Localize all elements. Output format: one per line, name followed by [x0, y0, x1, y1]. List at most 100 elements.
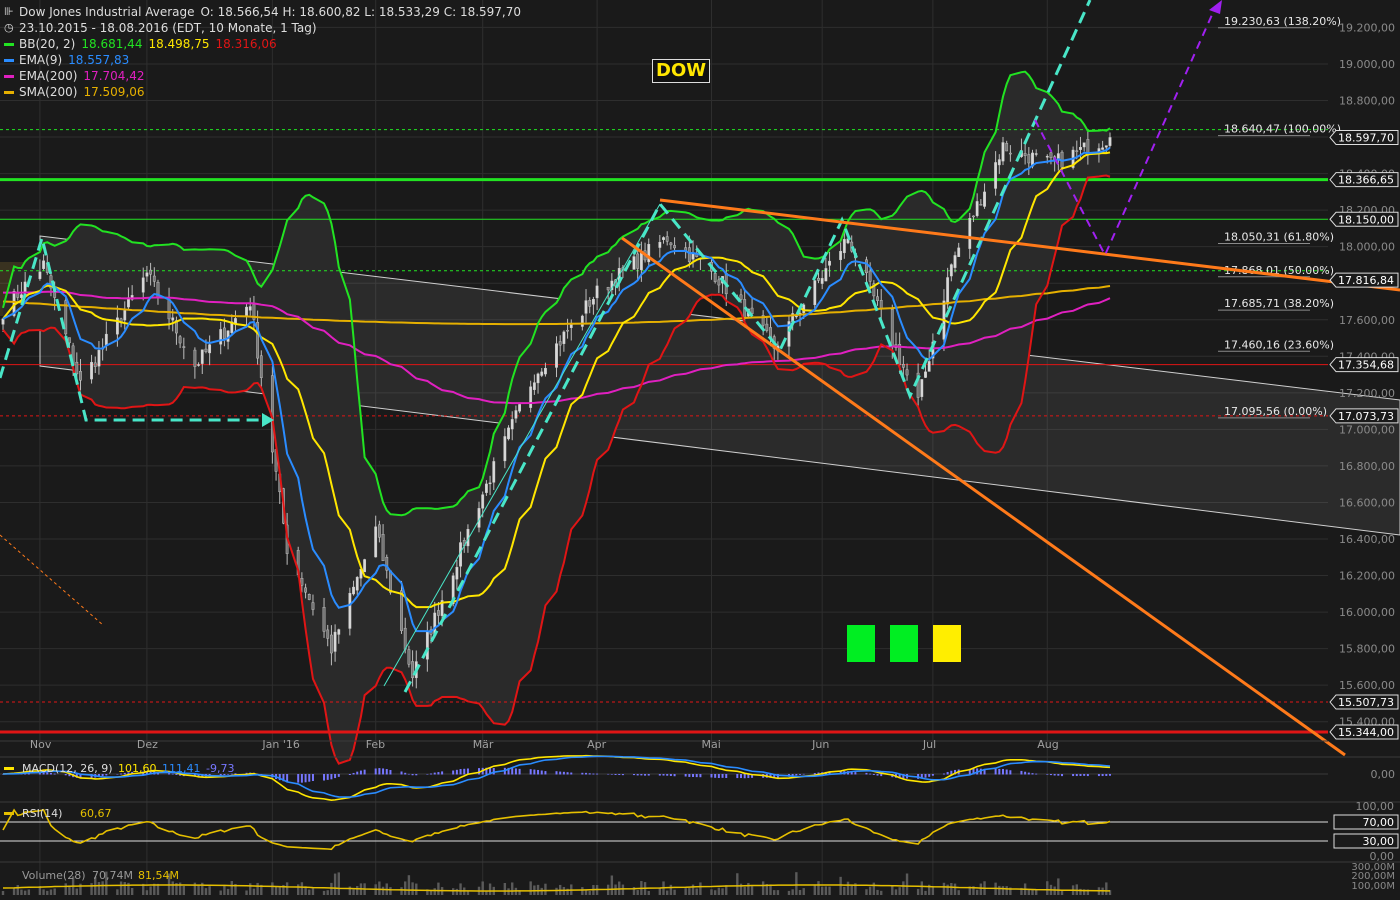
candle-body	[326, 629, 330, 639]
x-tick-label: Apr	[587, 738, 607, 751]
volume-bar	[245, 890, 248, 895]
candle-body	[20, 294, 23, 298]
dow-annotation[interactable]: DOW	[652, 59, 711, 83]
candle-body	[403, 627, 407, 650]
price-label: 17.354,68	[1338, 359, 1394, 372]
candle-body	[983, 191, 986, 207]
macd-histogram-bar	[736, 774, 739, 779]
volume-bar	[75, 888, 78, 895]
macd-histogram-bar	[596, 773, 599, 775]
candle-body	[558, 341, 562, 346]
candle-body	[304, 587, 307, 593]
signal-square-green	[847, 625, 875, 662]
legend-indicator-row[interactable]: SMA(200) 17.509,06	[4, 84, 521, 100]
macd-histogram-bar	[382, 768, 385, 775]
macd-histogram-bar	[865, 772, 868, 775]
fib-label: 17.460,16 (23.60%)	[1224, 338, 1334, 351]
macd-histogram-bar	[924, 774, 927, 778]
chart-canvas[interactable]: 19.230,63 (138.20%)18.640,47 (100.00%)18…	[0, 0, 1400, 900]
volume-bar	[459, 883, 462, 895]
volume-bar	[647, 890, 650, 895]
candle-body	[167, 299, 171, 320]
candle-body	[171, 317, 175, 321]
legend-indicator-row[interactable]: BB(20, 2) 18.681,44 18.498,75 18.316,06	[4, 36, 521, 52]
macd-histogram-bar	[363, 769, 366, 775]
candle-body	[1082, 142, 1086, 148]
macd-histogram-bar	[544, 771, 547, 775]
volume-bar	[411, 882, 414, 895]
date-range: 23.10.2015 - 18.08.2016 (EDT, 10 Monate,…	[19, 21, 317, 35]
candle-body	[425, 631, 429, 660]
volume-bar	[49, 889, 53, 895]
candle-body	[828, 260, 831, 266]
macd-histogram-bar	[337, 774, 340, 777]
x-tick-label: Aug	[1037, 738, 1058, 751]
volume-bar	[1057, 878, 1060, 895]
volume-bar	[322, 890, 326, 895]
volume-bar	[828, 886, 831, 895]
macd-histogram-bar	[721, 774, 724, 778]
candle-body	[141, 277, 145, 293]
indicator-name: EMA(200)	[19, 69, 78, 83]
volume-bar	[846, 881, 850, 895]
volume-bar	[588, 890, 591, 895]
volume-bar	[817, 881, 820, 895]
candle-body	[842, 239, 846, 254]
volume-bar	[669, 884, 673, 895]
macd-histogram-bar	[352, 772, 355, 775]
volume-axis-label: 100,00M	[1351, 881, 1395, 892]
candle-body	[968, 218, 972, 249]
volume-bar	[101, 881, 104, 895]
macd-histogram-bar	[570, 772, 573, 775]
candle-body	[584, 300, 588, 314]
volume-bar	[230, 881, 233, 895]
candle-body	[377, 524, 381, 538]
candle-body	[606, 287, 610, 291]
volume-bar	[1, 890, 5, 895]
x-tick-label: Jun	[811, 738, 829, 751]
macd-value: -9,73	[206, 762, 234, 775]
candle-body	[876, 296, 879, 301]
volume-bar	[898, 887, 901, 895]
indicator-value: 17.509,06	[83, 85, 145, 99]
candle-body	[145, 272, 149, 277]
volume-bar	[256, 882, 259, 895]
x-tick-label: Feb	[366, 738, 385, 751]
legend-swatch	[4, 58, 14, 62]
macd-histogram-bar	[1005, 769, 1008, 775]
legend-indicator-row[interactable]: EMA(9) 18.557,83	[4, 52, 521, 68]
candle-body	[555, 343, 558, 368]
candle-body	[658, 242, 662, 248]
candle-body	[839, 251, 843, 261]
macd-histogram-bar	[400, 771, 403, 775]
volume-bar	[736, 873, 739, 895]
fib-label: 18.640,47 (100.00%)	[1224, 123, 1341, 136]
volume-bar	[839, 876, 842, 895]
candle-body	[75, 361, 79, 375]
macd-histogram-bar	[854, 772, 857, 775]
macd-histogram-bar	[518, 768, 521, 775]
indicator-value: 18.557,83	[68, 53, 130, 67]
volume-bar	[278, 886, 281, 895]
x-tick-label: Mai	[701, 738, 720, 751]
macd-histogram-bar	[407, 773, 410, 775]
candle-body	[518, 404, 522, 412]
y-tick-label: 15.800,00	[1339, 643, 1395, 656]
candle-body	[337, 629, 341, 635]
macd-histogram-bar	[1031, 773, 1034, 775]
macd-histogram-bar	[311, 774, 314, 781]
macd-histogram-bar	[389, 769, 392, 775]
legend-title-row: ⊪ Dow Jones Industrial Average O: 18.566…	[4, 4, 521, 20]
candle-body	[355, 576, 359, 591]
macd-histogram-bar	[880, 774, 883, 777]
indicator-name: EMA(9)	[19, 53, 63, 67]
x-tick-label: Jan '16	[261, 738, 299, 751]
legend-indicator-row[interactable]: EMA(200) 17.704,42	[4, 68, 521, 84]
macd-histogram-bar	[994, 768, 997, 775]
volume-bar	[116, 889, 119, 895]
macd-histogram-bar	[555, 771, 558, 775]
macd-histogram-bar	[795, 774, 798, 776]
candle-body	[104, 333, 108, 346]
candle-body	[1045, 156, 1049, 158]
macd-histogram-bar	[533, 769, 536, 775]
